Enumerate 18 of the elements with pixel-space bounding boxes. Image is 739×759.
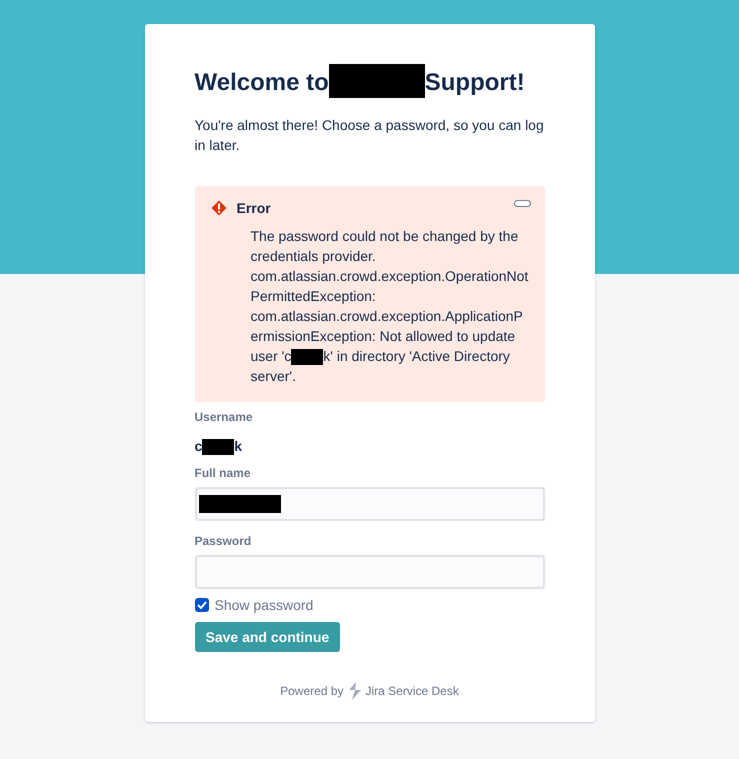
error-icon: [210, 200, 226, 216]
lightning-icon: [346, 682, 362, 700]
field-label: Password: [194, 534, 252, 548]
field-label: Username: [194, 410, 254, 424]
intro-text: You're almost there! Choose a password, so you can log in later.: [194, 116, 544, 155]
username-value: c k: [194, 438, 244, 455]
error-message: The password could not be changed by the credentials provider. com.atlassian.crowd.exception.OperationNotPermittedException: com.atlassian.crowd.exception.ApplicationPermissionException: Not allowed to update user 'c k' in directory 'Active Directory server'.: [250, 227, 528, 386]
save-button[interactable]: Save and continue: [194, 622, 340, 652]
collapse-button[interactable]: [514, 200, 530, 207]
password-field[interactable]: [194, 555, 544, 589]
footer-text: Powered by: [280, 684, 344, 698]
checkbox-label[interactable]: Show password: [214, 597, 314, 613]
input-field[interactable]: [194, 487, 544, 521]
page-title: Welcome to Support!: [194, 64, 544, 99]
field-label: Full name: [194, 466, 252, 480]
product-link[interactable]: Jira Service Desk: [366, 684, 459, 698]
error-title: Error: [236, 200, 271, 216]
checkbox[interactable]: [194, 598, 208, 612]
